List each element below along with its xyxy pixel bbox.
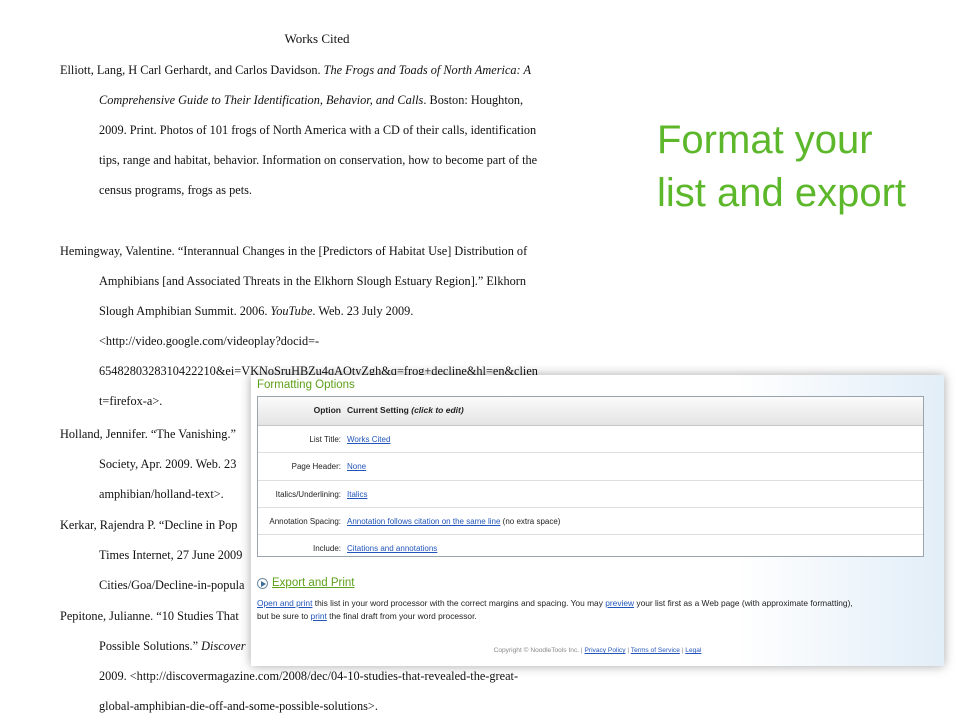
citation-line: Times Internet, 27 June 2009 (99, 548, 243, 562)
document-title: Works Cited (284, 31, 350, 46)
copyright-text: Copyright © NoodleTools Inc. (493, 647, 580, 654)
option-label: Italics/Underlining: (275, 489, 341, 499)
panel-footer: Copyright © NoodleTools Inc. | Privacy P… (493, 647, 702, 654)
export-instructions: Open and print this list in your word pr… (257, 597, 932, 623)
option-value-link[interactable]: None (347, 462, 366, 471)
option-label: Include: (312, 544, 341, 554)
option-value-link[interactable]: Citations and annotations (347, 544, 437, 553)
header-setting-hint: (click to edit) (411, 405, 464, 415)
export-and-print-link[interactable]: Export and Print (272, 577, 354, 589)
option-value-link[interactable]: Annotation follows citation on the same … (347, 517, 500, 526)
option-row: Include: Citations and annotations (258, 535, 923, 561)
option-value: Annotation follows citation on the same … (347, 516, 561, 526)
option-row: Page Header: None (258, 453, 923, 481)
play-circle-icon[interactable] (257, 578, 268, 589)
option-label: Page Header: (291, 462, 341, 472)
citation-line: Society, Apr. 2009. Web. 23 (99, 457, 237, 471)
citation-line: Slough Amphibian Summit. 2006. YouTube. … (99, 304, 414, 318)
legal-link[interactable]: Legal (685, 647, 701, 654)
header-current-setting: Current Setting (click to edit) (347, 405, 464, 415)
option-value-link[interactable]: Works Cited (347, 435, 390, 444)
terms-of-service-link[interactable]: Terms of Service (631, 647, 680, 654)
option-value: Italics (347, 490, 367, 499)
option-value: None (347, 462, 366, 471)
option-value: Citations and annotations (347, 544, 437, 553)
export-instructions-line-2: but be sure to print the final draft fro… (257, 611, 477, 621)
citation-line: Cities/Goa/Decline-in-popula (99, 578, 245, 592)
formatting-options-panel: Formatting Options Option Current Settin… (251, 375, 944, 666)
citation-line: Kerkar, Rajendra P. “Decline in Pop (60, 518, 238, 532)
citation-holland: Holland, Jennifer. “The Vanishing.” Socie… (60, 419, 236, 509)
option-row: Annotation Spacing: Annotation follows ci… (258, 508, 923, 536)
option-row: List Title: Works Cited (258, 426, 923, 454)
citation-line: Amphibians [and Associated Threats in th… (99, 274, 527, 288)
header-option: Option (313, 405, 341, 415)
citation-kerkar: Kerkar, Rajendra P. “Decline in Pop Times… (60, 510, 244, 600)
headline-line-2: list and export (657, 171, 907, 215)
formatting-options-table: Option Current Setting (click to edit) L… (257, 396, 924, 557)
citation-line: Comprehensive Guide to Their Identificat… (99, 93, 524, 107)
citation-line: census programs, frogs as pets. (99, 183, 252, 197)
option-value-link[interactable]: Italics (347, 490, 367, 499)
option-label: List Title: (309, 435, 341, 444)
citation-line: Hemingway, Valentine. “Interannual Chang… (60, 244, 528, 258)
table-header: Option Current Setting (click to edit) (258, 397, 923, 426)
privacy-policy-link[interactable]: Privacy Policy (584, 647, 625, 654)
option-row: Italics/Underlining: Italics (258, 481, 923, 508)
preview-link[interactable]: preview (605, 598, 634, 608)
citation-elliott: Elliott, Lang, H Carl Gerhardt, and Carl… (60, 55, 537, 205)
option-label: Annotation Spacing: (269, 516, 341, 526)
option-rows: List Title: Works Cited Page Header: None It… (258, 426, 923, 561)
citation-line: Elliott, Lang, H Carl Gerhardt, and Carl… (60, 63, 532, 77)
print-link[interactable]: print (311, 611, 327, 621)
citation-line: Holland, Jennifer. “The Vanishing.” (60, 427, 236, 441)
citation-line: <http://video.google.com/videoplay?docid… (99, 334, 320, 348)
citation-line: 2009. Print. Photos of 101 frogs of Nort… (99, 123, 537, 137)
citation-line: amphibian/holland-text>. (99, 487, 224, 501)
export-instructions-line-1: Open and print this list in your word pr… (257, 598, 853, 608)
headline-line-1: Format your (657, 118, 873, 162)
option-value: Works Cited (347, 435, 390, 444)
citation-line: global-amphibian-die-off-and-some-possib… (99, 699, 378, 713)
slide-headline: Format your list and export (657, 114, 906, 220)
open-and-print-link[interactable]: Open and print (257, 598, 312, 608)
citation-line: tips, range and habitat, behavior. Infor… (99, 153, 538, 167)
panel-title: Formatting Options (257, 379, 355, 391)
